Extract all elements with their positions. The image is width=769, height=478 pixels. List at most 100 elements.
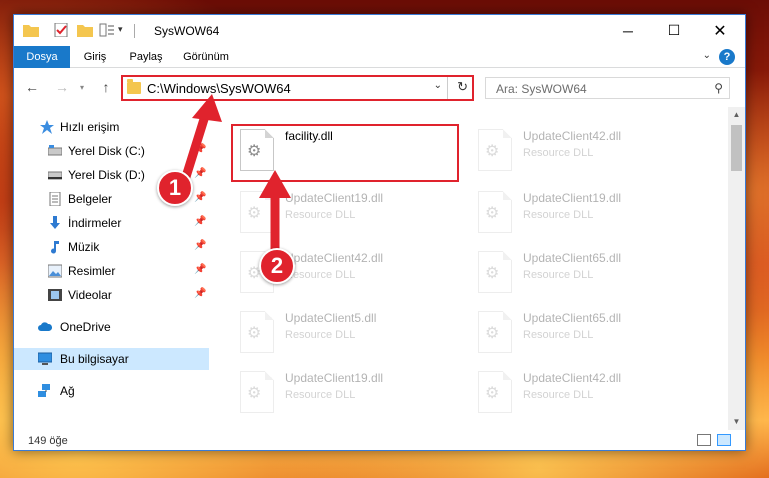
folder-icon xyxy=(127,79,141,94)
pin-icon: 📌 xyxy=(194,192,207,203)
back-button[interactable]: ← xyxy=(22,77,42,97)
drive-icon xyxy=(48,145,62,156)
sidebar-item-pictures[interactable]: Resimler 📌 xyxy=(14,260,209,282)
tab-view[interactable]: Görünüm xyxy=(180,46,232,68)
recent-locations-icon[interactable]: ▾ xyxy=(72,77,92,97)
customize-toolbar-icon[interactable] xyxy=(99,23,115,37)
file-item[interactable]: ⚙ UpdateClient5.dll Resource DLL xyxy=(232,307,462,359)
gear-icon: ⚙ xyxy=(485,385,500,402)
sidebar-item-quick-access[interactable]: Hızlı erişim xyxy=(14,116,209,138)
gear-icon: ⚙ xyxy=(247,205,262,222)
sidebar-item-label: Ağ xyxy=(60,384,75,398)
ribbon-tabs: Dosya Giriş Paylaş Görünüm ⌄ ? xyxy=(14,46,745,68)
network-icon xyxy=(38,384,50,397)
sidebar-item-label: Belgeler xyxy=(68,192,113,206)
file-type: Resource DLL xyxy=(523,209,594,221)
file-type: Resource DLL xyxy=(523,329,594,341)
details-view-icon[interactable] xyxy=(697,434,711,446)
properties-icon[interactable] xyxy=(53,23,69,37)
file-name: UpdateClient5.dll xyxy=(285,311,377,325)
navigation-pane: Hızlı erişim Yerel Disk (C:) 📌 Yerel Dis… xyxy=(14,107,209,430)
pin-icon: 📌 xyxy=(194,144,207,155)
scroll-thumb[interactable] xyxy=(731,125,742,171)
star-icon xyxy=(40,120,54,134)
minimize-button[interactable]: ─ xyxy=(605,15,651,46)
refresh-icon[interactable]: ↻ xyxy=(457,79,468,95)
sidebar-item-videos[interactable]: Videolar 📌 xyxy=(14,284,209,306)
search-placeholder[interactable]: Ara: SysWOW64 xyxy=(496,82,587,96)
file-type: Resource DLL xyxy=(285,209,356,221)
file-item[interactable]: ⚙ UpdateClient65.dll Resource DLL xyxy=(470,247,700,299)
search-icon[interactable]: ⚲ xyxy=(714,81,723,95)
folder-icon xyxy=(23,25,39,37)
scroll-down-icon[interactable]: ▼ xyxy=(728,414,745,430)
ribbon-expand-icon[interactable]: ⌄ xyxy=(703,50,711,61)
file-name: UpdateClient42.dll xyxy=(523,129,622,143)
gear-icon: ⚙ xyxy=(485,205,500,222)
file-name: UpdateClient19.dll xyxy=(523,191,622,205)
scroll-up-icon[interactable]: ▲ xyxy=(728,107,745,123)
sidebar-item-this-pc[interactable]: Bu bilgisayar xyxy=(14,348,209,370)
sidebar-item-label: Yerel Disk (D:) xyxy=(68,168,145,182)
dll-file-icon: ⚙ xyxy=(478,129,512,171)
sidebar-item-onedrive[interactable]: OneDrive xyxy=(14,316,209,338)
file-item[interactable]: ⚙ UpdateClient65.dll Resource DLL xyxy=(470,307,700,359)
status-bar: 149 öğe xyxy=(14,430,745,450)
file-name: UpdateClient19.dll xyxy=(285,371,384,385)
tiles-view-icon[interactable] xyxy=(717,434,731,446)
file-item[interactable]: ⚙ UpdateClient42.dll Resource DLL xyxy=(470,125,700,177)
file-item[interactable]: ⚙ UpdateClient19.dll Resource DLL xyxy=(470,187,700,239)
file-item[interactable]: ⚙ UpdateClient19.dll Resource DLL xyxy=(232,367,462,419)
file-item[interactable]: ⚙ UpdateClient19.dll Resource DLL xyxy=(232,187,462,239)
navigation-bar: ← → ▾ ↑ C:\Windows\SysWOW64 ⌄ ↻ Ara: Sys… xyxy=(14,71,745,105)
download-icon xyxy=(50,216,60,229)
cloud-icon xyxy=(38,322,52,331)
file-type: Resource DLL xyxy=(285,269,356,281)
tab-file[interactable]: Dosya xyxy=(14,46,70,68)
new-folder-icon[interactable] xyxy=(77,23,93,37)
sidebar-item-music[interactable]: Müzik 📌 xyxy=(14,236,209,258)
dll-file-icon: ⚙ xyxy=(478,371,512,413)
up-button[interactable]: ↑ xyxy=(96,77,116,97)
computer-icon xyxy=(38,352,52,365)
search-box[interactable]: Ara: SysWOW64 ⚲ xyxy=(485,77,730,99)
close-button[interactable]: ✕ xyxy=(697,15,743,46)
drive-icon xyxy=(48,171,62,180)
maximize-button[interactable]: ☐ xyxy=(651,15,697,46)
tab-home[interactable]: Giriş xyxy=(77,46,113,68)
qat-dropdown-icon[interactable]: ▾ xyxy=(118,24,123,35)
file-name: UpdateClient19.dll xyxy=(285,191,384,205)
file-type: Resource DLL xyxy=(523,147,594,159)
file-type: Resource DLL xyxy=(523,389,594,401)
video-icon xyxy=(48,289,62,301)
sidebar-item-network[interactable]: Ağ xyxy=(14,380,209,402)
address-bar[interactable]: C:\Windows\SysWOW64 ⌄ ↻ xyxy=(121,75,474,101)
address-dropdown-icon[interactable]: ⌄ xyxy=(434,80,442,91)
sidebar-item-label: İndirmeler xyxy=(68,216,122,230)
help-button[interactable]: ? xyxy=(719,49,735,65)
dll-file-icon: ⚙ xyxy=(240,311,274,353)
sidebar-item-label: Videolar xyxy=(68,288,112,302)
gear-icon: ⚙ xyxy=(247,385,262,402)
divider xyxy=(447,77,448,99)
forward-button[interactable]: → xyxy=(52,77,72,97)
file-type: Resource DLL xyxy=(523,269,594,281)
file-item[interactable]: ⚙ UpdateClient42.dll Resource DLL xyxy=(470,367,700,419)
vertical-scrollbar[interactable]: ▲ ▼ xyxy=(728,107,745,430)
address-path[interactable]: C:\Windows\SysWOW64 xyxy=(147,81,291,96)
gear-icon: ⚙ xyxy=(485,265,500,282)
file-type: Resource DLL xyxy=(285,329,356,341)
gear-icon: ⚙ xyxy=(247,325,262,342)
sidebar-item-downloads[interactable]: İndirmeler 📌 xyxy=(14,212,209,234)
highlight-box xyxy=(231,124,459,182)
gear-icon: ⚙ xyxy=(485,325,500,342)
dll-file-icon: ⚙ xyxy=(240,371,274,413)
tab-share[interactable]: Paylaş xyxy=(124,46,168,68)
dll-file-icon: ⚙ xyxy=(478,251,512,293)
documents-icon xyxy=(49,192,61,206)
dll-file-icon: ⚙ xyxy=(478,191,512,233)
divider xyxy=(134,24,135,38)
music-icon xyxy=(51,241,59,254)
sidebar-item-label: Bu bilgisayar xyxy=(60,352,129,366)
sidebar-item-drive-c[interactable]: Yerel Disk (C:) 📌 xyxy=(14,140,209,162)
